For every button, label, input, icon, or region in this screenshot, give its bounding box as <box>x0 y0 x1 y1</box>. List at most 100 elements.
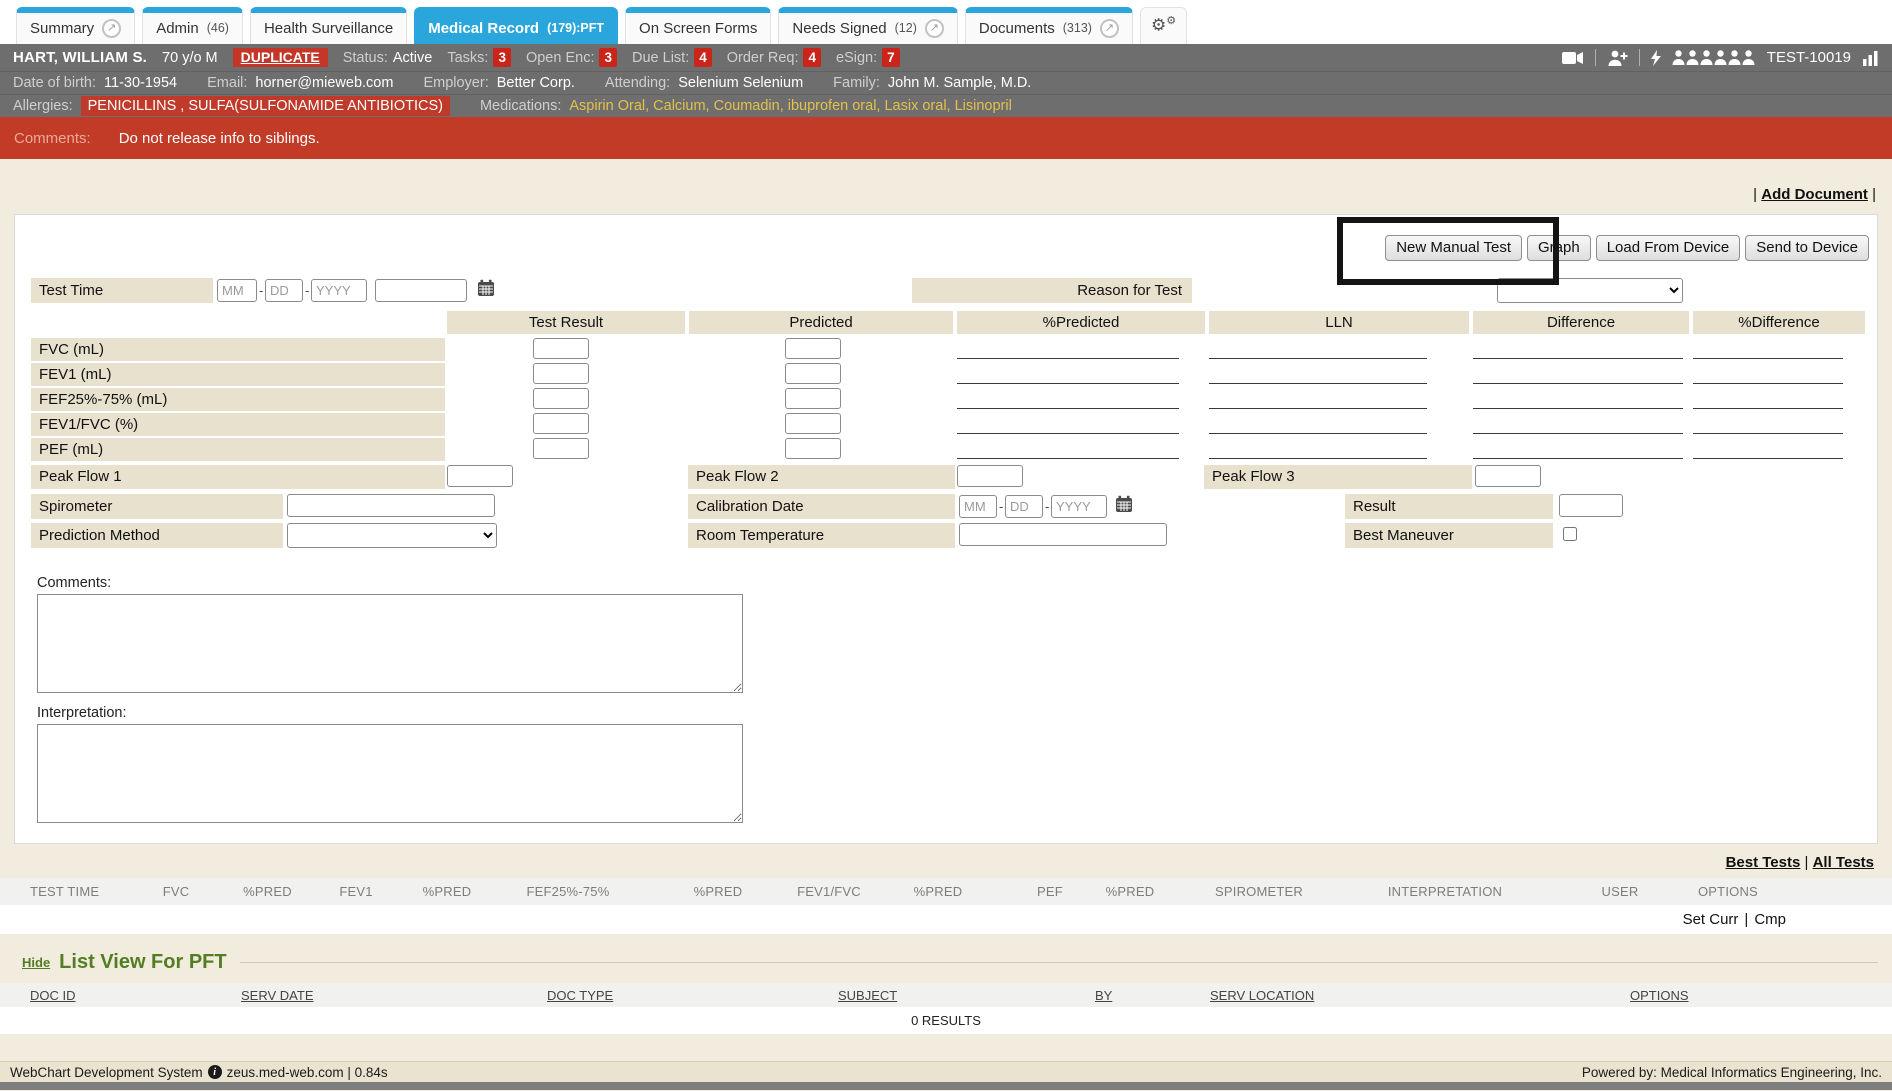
content-area: | Add Document | New Manual Test Graph L… <box>0 159 1892 1091</box>
test-time-time-input[interactable] <box>375 279 467 302</box>
date-dash: - <box>305 283 309 298</box>
prediction-method-select[interactable] <box>287 523 497 548</box>
options-sort-link[interactable]: OPTIONS <box>1630 988 1689 1003</box>
fev1-test-result-input[interactable] <box>533 363 589 384</box>
tests-links-row: Best Tests | All Tests <box>18 854 1874 871</box>
result-input[interactable] <box>1559 494 1623 517</box>
fvc-predicted-input[interactable] <box>785 338 841 359</box>
serv-date-sort-link[interactable]: SERV DATE <box>241 988 313 1003</box>
test-time-day-input[interactable] <box>265 279 303 302</box>
row-label-pef: PEF (mL) <box>31 438 445 461</box>
bar-chart-icon[interactable] <box>1862 50 1879 66</box>
fvc-test-result-input[interactable] <box>533 338 589 359</box>
test-time-month-input[interactable] <box>217 279 257 302</box>
external-link-icon[interactable]: ↗ <box>102 19 121 38</box>
column-header-pct-difference: %Difference <box>1693 311 1865 334</box>
calibration-date-label: Calibration Date <box>688 494 955 519</box>
calibration-day-input[interactable] <box>1005 495 1043 518</box>
duplicate-badge[interactable]: DUPLICATE <box>233 48 328 67</box>
open-enc-count-badge[interactable]: 3 <box>599 48 617 67</box>
tab-documents[interactable]: Documents (313) ↗ <box>965 7 1133 44</box>
tab-medical-record[interactable]: Medical Record (179):PFT <box>414 7 618 44</box>
fev1-predicted-input[interactable] <box>785 363 841 384</box>
doc-type-sort-link[interactable]: DOC TYPE <box>547 988 613 1003</box>
family-label: Family: <box>833 75 880 91</box>
fvc-pct-predicted-line <box>957 339 1179 359</box>
pipe: | <box>1805 854 1809 871</box>
fvc-pct-difference-line <box>1693 339 1843 359</box>
tab-bar: Summary ↗ Admin (46) Health Surveillance… <box>0 0 1892 44</box>
tab-admin-count: (46) <box>207 21 229 35</box>
hide-link[interactable]: Hide <box>22 955 50 970</box>
tab-admin[interactable]: Admin (46) <box>142 7 243 44</box>
best-tests-link[interactable]: Best Tests <box>1726 854 1801 871</box>
tab-summary[interactable]: Summary ↗ <box>16 7 135 44</box>
info-icon[interactable]: i <box>208 1065 222 1079</box>
external-link-icon[interactable]: ↗ <box>1100 19 1119 38</box>
add-document-link[interactable]: Add Document <box>1761 186 1868 203</box>
lightning-icon[interactable] <box>1651 50 1661 66</box>
cmp-link[interactable]: Cmp <box>1754 911 1786 928</box>
fef2575-predicted-input[interactable] <box>785 388 841 409</box>
fev1-lln-line <box>1209 364 1427 384</box>
dob-value: 11-30-1954 <box>104 75 177 91</box>
allergies-value[interactable]: PENICILLINS , SULFA(SULFONAMIDE ANTIBIOT… <box>81 96 450 116</box>
employer-label: Employer: <box>423 75 488 91</box>
annotation-rectangle <box>1337 217 1559 285</box>
pef-predicted-input[interactable] <box>785 438 841 459</box>
video-camera-icon[interactable] <box>1562 51 1584 65</box>
due-list-count-badge[interactable]: 4 <box>694 48 712 67</box>
send-to-device-button[interactable]: Send to Device <box>1745 235 1869 261</box>
email-value: horner@mieweb.com <box>255 75 393 91</box>
tab-medical-record-label: Medical Record <box>428 20 539 37</box>
peak-flow-1-input[interactable] <box>447 465 513 487</box>
room-temperature-input[interactable] <box>959 523 1167 546</box>
add-person-icon[interactable] <box>1607 50 1628 66</box>
peak-flow-3-input[interactable] <box>1475 465 1541 487</box>
comments-textarea[interactable] <box>37 594 743 693</box>
tasks-count-badge[interactable]: 3 <box>493 48 511 67</box>
pef-test-result-input[interactable] <box>533 438 589 459</box>
fef2575-test-result-input[interactable] <box>533 388 589 409</box>
care-team-icons[interactable] <box>1672 50 1756 65</box>
list-view-title: List View For PFT <box>59 951 226 974</box>
doc-id-sort-link[interactable]: DOC ID <box>30 988 76 1003</box>
calendar-icon[interactable] <box>1115 495 1133 518</box>
set-curr-link[interactable]: Set Curr <box>1683 911 1739 928</box>
spirometer-input[interactable] <box>287 494 495 517</box>
calibration-year-input[interactable] <box>1051 495 1107 518</box>
divider <box>1639 49 1640 66</box>
tab-needs-signed[interactable]: Needs Signed (12) ↗ <box>778 7 957 44</box>
medications-value[interactable]: Aspirin Oral, Calcium, Coumadin, ibuprof… <box>569 98 1011 114</box>
serv-location-sort-link[interactable]: SERV LOCATION <box>1210 988 1314 1003</box>
fev1fvc-test-result-input[interactable] <box>533 413 589 434</box>
esign-count-badge[interactable]: 7 <box>882 48 900 67</box>
tab-health-surveillance[interactable]: Health Surveillance <box>250 7 407 44</box>
fev1fvc-predicted-input[interactable] <box>785 413 841 434</box>
peak-flow-2-input[interactable] <box>957 465 1023 487</box>
peak-flow-3-label: Peak Flow 3 <box>1204 465 1472 489</box>
order-req-count-badge[interactable]: 4 <box>803 48 821 67</box>
best-maneuver-label: Best Maneuver <box>1345 523 1553 548</box>
interpretation-textarea[interactable] <box>37 724 743 823</box>
best-maneuver-checkbox[interactable] <box>1563 527 1577 541</box>
column-header-difference: Difference <box>1473 311 1689 334</box>
results-col-pred1: %PRED <box>225 884 310 899</box>
allergies-label: Allergies: <box>13 98 73 114</box>
results-col-pred2: %PRED <box>402 884 492 899</box>
settings-tab[interactable]: ⚙⚙ <box>1140 7 1187 44</box>
by-sort-link[interactable]: BY <box>1095 988 1112 1003</box>
calendar-icon[interactable] <box>477 279 495 302</box>
patient-details-row-2: Allergies: PENICILLINS , SULFA(SULFONAMI… <box>0 94 1892 117</box>
tab-on-screen-forms[interactable]: On Screen Forms <box>625 7 771 44</box>
calibration-month-input[interactable] <box>959 495 997 518</box>
all-tests-link[interactable]: All Tests <box>1813 854 1874 871</box>
footer-system-name: WebChart Development System <box>10 1065 203 1080</box>
subject-sort-link[interactable]: SUBJECT <box>838 988 897 1003</box>
external-link-icon[interactable]: ↗ <box>925 19 944 38</box>
test-time-year-input[interactable] <box>311 279 367 302</box>
pft-form-panel: New Manual Test Graph Load From Device S… <box>14 214 1878 844</box>
patient-name: HART, WILLIAM S. <box>13 49 147 66</box>
load-from-device-button[interactable]: Load From Device <box>1596 235 1741 261</box>
list-view-table-header: DOC ID SERV DATE DOC TYPE SUBJECT BY SER… <box>0 983 1892 1007</box>
